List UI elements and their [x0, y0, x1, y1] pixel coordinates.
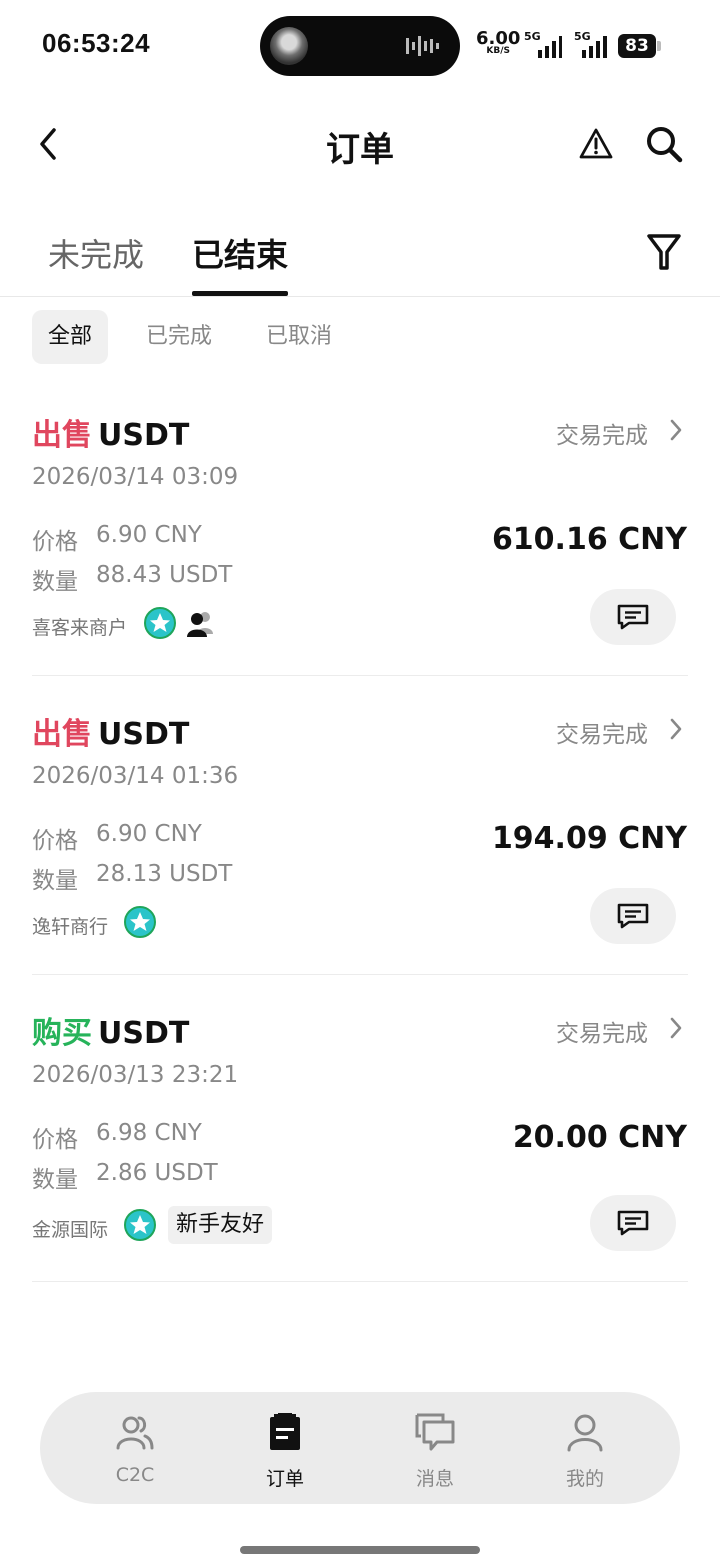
price-label: 价格 — [32, 529, 78, 555]
album-art-icon — [270, 27, 308, 65]
chat-button[interactable] — [590, 589, 676, 645]
warning-triangle-icon[interactable] — [578, 126, 614, 162]
filter-icon[interactable] — [646, 232, 682, 272]
clipboard-icon — [270, 1413, 300, 1450]
chat-bubbles-icon — [415, 1413, 455, 1451]
nav-item-me[interactable]: 我的 — [525, 1392, 645, 1504]
order-title: 出售 USDT — [32, 709, 189, 753]
verified-star-badge-icon — [124, 1209, 156, 1241]
order-asset: USDT — [98, 1016, 190, 1051]
nav-label-messages: 消息 — [415, 1468, 454, 1490]
order-date: 2026/03/14 01:36 — [32, 763, 239, 789]
chevron-right-icon[interactable] — [668, 418, 684, 442]
chat-icon — [617, 903, 649, 929]
chevron-right-icon[interactable] — [668, 1016, 684, 1040]
order-status: 交易完成 — [556, 423, 648, 449]
order-date: 2026/03/14 03:09 — [32, 464, 239, 490]
order-asset: USDT — [98, 418, 190, 453]
order-status-link[interactable]: 交易完成 — [556, 416, 648, 450]
price-label: 价格 — [32, 1127, 78, 1153]
search-icon[interactable] — [644, 124, 684, 164]
filter-cancelled[interactable]: 已取消 — [250, 310, 348, 364]
chat-icon — [617, 604, 649, 630]
merchant-tag: 新手友好 — [168, 1206, 273, 1244]
verified-star-badge-icon — [124, 906, 156, 938]
tab-unfinished[interactable]: 未完成 — [48, 230, 144, 276]
qty-value: 28.13 USDT — [96, 861, 233, 887]
verified-star-badge-icon — [144, 607, 176, 639]
order-status: 交易完成 — [556, 722, 648, 748]
chevron-right-icon[interactable] — [668, 717, 684, 741]
order-side: 出售 — [32, 717, 92, 752]
person-icon — [567, 1414, 603, 1452]
order-status-link[interactable]: 交易完成 — [556, 715, 648, 749]
bottom-nav: C2C 订单 消息 我的 — [40, 1392, 680, 1504]
nav-item-orders[interactable]: 订单 — [225, 1392, 345, 1504]
price-value: 6.98 CNY — [96, 1120, 202, 1146]
battery-indicator: 83 — [618, 34, 656, 58]
group-merchant-icon — [187, 612, 213, 637]
order-title: 购买 USDT — [32, 1008, 189, 1052]
home-indicator[interactable] — [240, 1546, 480, 1554]
chat-button[interactable] — [590, 888, 676, 944]
chat-icon — [617, 1210, 649, 1236]
qty-label: 数量 — [32, 569, 78, 595]
order-total: 20.00 CNY — [512, 1120, 687, 1155]
qty-value: 2.86 USDT — [96, 1160, 218, 1186]
nav-item-c2c[interactable]: C2C — [75, 1392, 195, 1504]
order-side: 购买 — [32, 1016, 92, 1051]
order-status: 交易完成 — [556, 1021, 648, 1047]
order-date: 2026/03/13 23:21 — [32, 1062, 239, 1088]
filter-all[interactable]: 全部 — [32, 310, 109, 364]
order-divider — [32, 1281, 688, 1282]
chat-button[interactable] — [590, 1195, 676, 1251]
audio-wave-icon — [406, 36, 439, 56]
order-total: 194.09 CNY — [491, 821, 687, 856]
merchant-name[interactable]: 逸轩商行 — [32, 912, 108, 939]
price-label: 价格 — [32, 828, 78, 854]
order-total: 610.16 CNY — [491, 522, 687, 557]
order-divider — [32, 974, 688, 975]
qty-label: 数量 — [32, 1167, 78, 1193]
merchant-name[interactable]: 喜客来商户 — [32, 613, 127, 640]
filter-completed[interactable]: 已完成 — [130, 310, 228, 364]
battery-tip — [657, 41, 661, 51]
dynamic-island — [260, 16, 460, 76]
price-value: 6.90 CNY — [96, 522, 202, 548]
order-title: 出售 USDT — [32, 410, 189, 454]
users-icon — [116, 1416, 154, 1450]
tab-divider — [0, 296, 720, 297]
order-status-link[interactable]: 交易完成 — [556, 1014, 648, 1048]
nav-label-c2c: C2C — [115, 1464, 155, 1486]
order-asset: USDT — [98, 717, 190, 752]
qty-label: 数量 — [32, 868, 78, 894]
network-speed: 6.00 KB/S — [476, 30, 520, 57]
order-divider — [32, 675, 688, 676]
price-value: 6.90 CNY — [96, 821, 202, 847]
nav-item-messages[interactable]: 消息 — [375, 1392, 495, 1504]
status-time: 06:53:24 — [42, 28, 151, 58]
nav-label-orders: 订单 — [265, 1468, 304, 1490]
nav-label-me: 我的 — [565, 1468, 604, 1490]
qty-value: 88.43 USDT — [96, 562, 233, 588]
order-side: 出售 — [32, 418, 92, 453]
tab-finished[interactable]: 已结束 — [192, 230, 288, 276]
merchant-name[interactable]: 金源国际 — [32, 1215, 108, 1242]
